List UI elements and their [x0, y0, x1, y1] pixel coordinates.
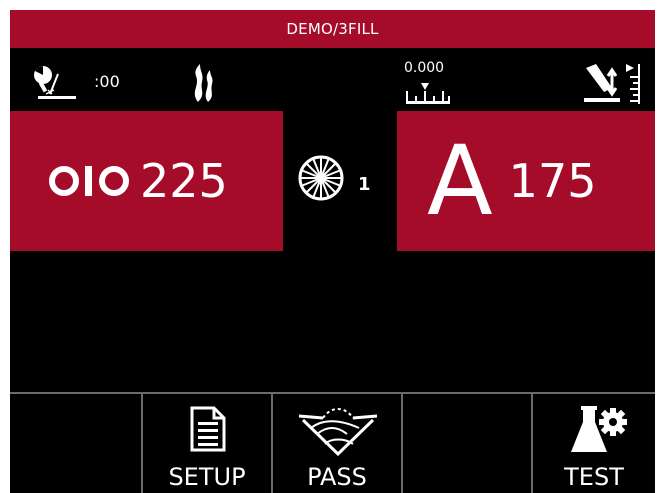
footer-button-4[interactable]: [401, 392, 531, 493]
pass-button[interactable]: PASS: [271, 392, 401, 493]
gas-flame-icon: [194, 64, 213, 102]
setup-button[interactable]: SETUP: [141, 392, 271, 493]
setup-button-label: SETUP: [168, 463, 246, 491]
travel-speed-value: 225: [140, 154, 228, 208]
gauge-ruler-icon: [406, 83, 450, 104]
status-bar: :00 0.000: [10, 58, 655, 110]
document-icon: [190, 406, 226, 452]
amperage-letter: A: [427, 125, 493, 237]
test-button[interactable]: TEST: [531, 392, 655, 493]
travel-speed-icon: [49, 166, 129, 196]
travel-speed-panel[interactable]: 225: [10, 111, 283, 251]
flask-gear-icon: [571, 406, 627, 452]
pass-index-value: 1: [358, 174, 371, 195]
weld-pass-icon: [298, 408, 378, 456]
program-title-bar: DEMO/3FILL: [10, 10, 655, 48]
amperage-panel[interactable]: A 175: [397, 111, 655, 251]
welder-screen: DEMO/3FILL :00 0.000 225 1 A 175 SETUP P…: [10, 10, 655, 493]
gauge-value: 0.000: [404, 60, 445, 76]
footer-button-1[interactable]: [10, 392, 141, 493]
program-title: DEMO/3FILL: [286, 20, 379, 38]
footer-toolbar: SETUP PASS TEST: [10, 392, 655, 493]
amperage-value: 175: [508, 154, 597, 208]
pass-wheel-icon[interactable]: [296, 153, 346, 203]
test-button-label: TEST: [564, 463, 624, 491]
timer-arc-icon: [34, 66, 76, 99]
timer-value: :00: [94, 72, 120, 91]
pass-button-label: PASS: [307, 463, 367, 491]
wire-height-adjust-icon: [584, 64, 640, 104]
